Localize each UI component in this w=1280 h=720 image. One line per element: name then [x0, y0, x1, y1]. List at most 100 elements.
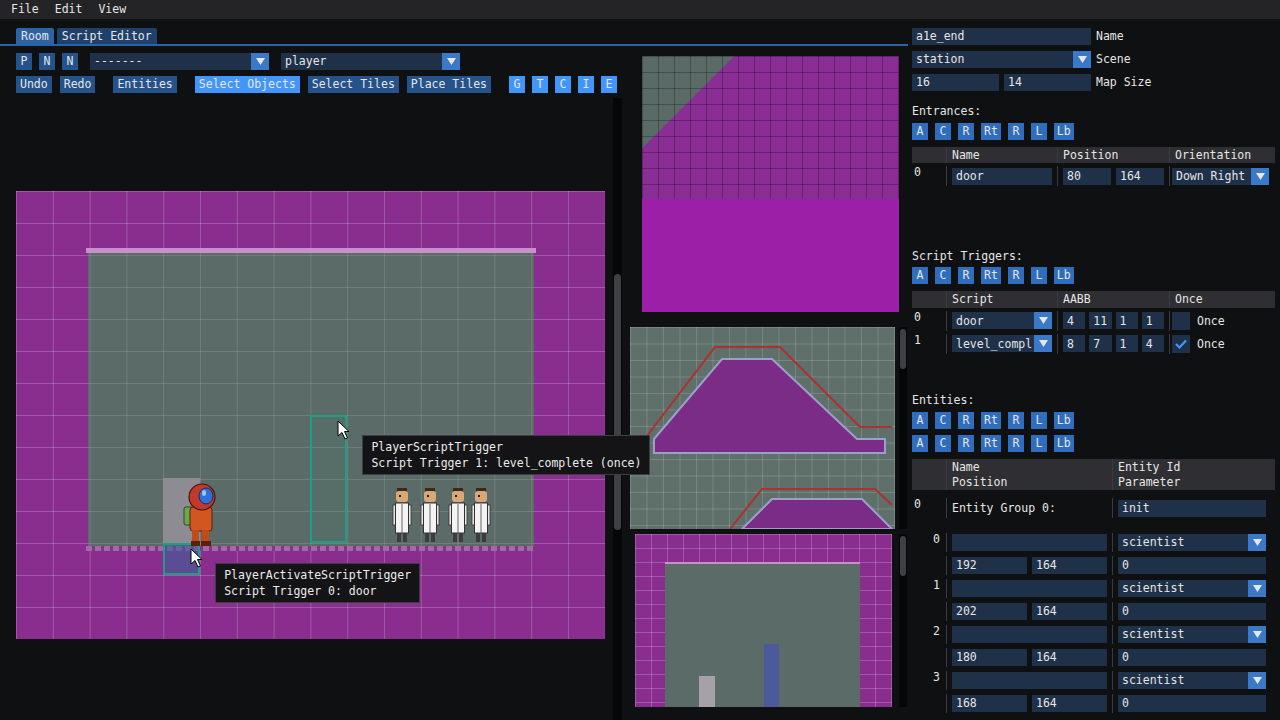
- scrollbar[interactable]: [899, 534, 907, 707]
- list-button[interactable]: L: [1031, 412, 1047, 429]
- aabb-input[interactable]: 7: [1089, 335, 1111, 352]
- entity-id-dropdown[interactable]: scientist: [1118, 626, 1266, 643]
- aabb-input[interactable]: 11: [1089, 312, 1111, 329]
- list-button[interactable]: C: [935, 435, 951, 452]
- aabb-input[interactable]: 8: [1063, 335, 1085, 352]
- entity-name-input[interactable]: [952, 580, 1107, 597]
- position-x-input[interactable]: 80: [1063, 168, 1111, 185]
- script-trigger-box[interactable]: [310, 415, 347, 543]
- parameter-input[interactable]: 0: [1118, 695, 1266, 712]
- entity-id-dropdown[interactable]: scientist: [1118, 534, 1266, 551]
- list-button[interactable]: R: [1008, 267, 1024, 284]
- tileset-image[interactable]: [642, 56, 899, 312]
- scientist-sprite[interactable]: [448, 487, 468, 543]
- list-button[interactable]: L: [1031, 435, 1047, 452]
- position-x-input[interactable]: 192: [952, 557, 1027, 574]
- tool-button[interactable]: Entities: [113, 76, 176, 93]
- toolbar-dropdown[interactable]: -------: [90, 53, 269, 70]
- scene-dropdown[interactable]: station: [912, 51, 1091, 68]
- toolbar-dropdown[interactable]: player: [281, 53, 460, 70]
- scientist-sprite[interactable]: [392, 487, 412, 543]
- script-dropdown[interactable]: door: [952, 312, 1052, 329]
- position-y-input[interactable]: 164: [1032, 649, 1107, 666]
- list-button[interactable]: Lb: [1054, 412, 1074, 429]
- parameter-input[interactable]: 0: [1118, 603, 1266, 620]
- aabb-input[interactable]: 4: [1142, 335, 1164, 352]
- entity-id-dropdown[interactable]: scientist: [1118, 672, 1266, 689]
- quick-button[interactable]: P: [16, 53, 32, 70]
- tool-button[interactable]: C: [555, 76, 571, 93]
- orientation-dropdown[interactable]: Down Right: [1172, 168, 1269, 185]
- parameter-input[interactable]: 0: [1118, 649, 1266, 666]
- list-button[interactable]: Rt: [981, 267, 1001, 284]
- tile-preview[interactable]: [630, 327, 895, 529]
- aabb-input[interactable]: 1: [1142, 312, 1164, 329]
- list-button[interactable]: A: [912, 412, 928, 429]
- parameter-input[interactable]: 0: [1118, 557, 1266, 574]
- aabb-input[interactable]: 1: [1116, 312, 1138, 329]
- quick-button[interactable]: N: [39, 53, 55, 70]
- scientist-sprite[interactable]: [420, 487, 440, 543]
- map-size-input[interactable]: 16: [912, 74, 999, 91]
- list-button[interactable]: A: [912, 123, 928, 140]
- position-y-input[interactable]: 164: [1032, 557, 1107, 574]
- list-button[interactable]: R: [958, 123, 974, 140]
- list-button[interactable]: R: [1008, 412, 1024, 429]
- position-x-input[interactable]: 180: [952, 649, 1027, 666]
- player-sprite[interactable]: [182, 483, 218, 547]
- tool-button[interactable]: Redo: [60, 76, 96, 93]
- tool-button[interactable]: E: [601, 76, 617, 93]
- menu-item[interactable]: File: [3, 3, 47, 16]
- tool-button[interactable]: T: [532, 76, 548, 93]
- menu-item[interactable]: View: [90, 3, 134, 16]
- name-input[interactable]: a1e_end: [912, 28, 1091, 45]
- tab[interactable]: Script Editor: [57, 28, 157, 44]
- quick-button[interactable]: N: [62, 53, 78, 70]
- entity-id-dropdown[interactable]: scientist: [1118, 580, 1266, 597]
- position-y-input[interactable]: 164: [1032, 695, 1107, 712]
- tool-button[interactable]: Undo: [16, 76, 52, 93]
- list-button[interactable]: R: [958, 267, 974, 284]
- list-button[interactable]: L: [1031, 123, 1047, 140]
- list-button[interactable]: L: [1031, 267, 1047, 284]
- list-button[interactable]: Rt: [981, 412, 1001, 429]
- room-canvas[interactable]: PlayerActivateScriptTriggerScript Trigge…: [16, 191, 605, 639]
- aabb-input[interactable]: 4: [1063, 312, 1085, 329]
- tool-button[interactable]: Select Tiles: [308, 76, 399, 93]
- scrollbar[interactable]: [899, 327, 907, 529]
- position-y-input[interactable]: 164: [1032, 603, 1107, 620]
- list-button[interactable]: C: [935, 412, 951, 429]
- list-button[interactable]: Rt: [981, 435, 1001, 452]
- map-size-input[interactable]: 14: [1004, 74, 1091, 91]
- position-x-input[interactable]: 168: [952, 695, 1027, 712]
- list-button[interactable]: R: [1008, 123, 1024, 140]
- tool-button[interactable]: I: [578, 76, 594, 93]
- tab[interactable]: Room: [16, 28, 54, 44]
- tool-button[interactable]: G: [509, 76, 525, 93]
- entrance-name-input[interactable]: door: [952, 168, 1052, 185]
- list-button[interactable]: A: [912, 267, 928, 284]
- list-button[interactable]: Lb: [1054, 435, 1074, 452]
- tool-button[interactable]: Place Tiles: [407, 76, 491, 93]
- room-preview[interactable]: [635, 534, 892, 707]
- entity-name-input[interactable]: [952, 534, 1107, 551]
- scientist-sprite[interactable]: [471, 487, 491, 543]
- list-button[interactable]: R: [958, 435, 974, 452]
- position-x-input[interactable]: 202: [952, 603, 1027, 620]
- once-checkbox[interactable]: [1172, 312, 1190, 330]
- list-button[interactable]: R: [1008, 435, 1024, 452]
- entity-name-input[interactable]: [952, 672, 1107, 689]
- list-button[interactable]: A: [912, 435, 928, 452]
- entity-name-input[interactable]: [952, 626, 1107, 643]
- aabb-input[interactable]: 1: [1116, 335, 1138, 352]
- list-button[interactable]: C: [935, 123, 951, 140]
- scrollbar-thumb[interactable]: [614, 274, 621, 530]
- once-checkbox[interactable]: [1172, 335, 1190, 353]
- list-button[interactable]: R: [958, 412, 974, 429]
- list-button[interactable]: C: [935, 267, 951, 284]
- list-button[interactable]: Lb: [1054, 267, 1074, 284]
- tool-button[interactable]: Select Objects: [195, 76, 300, 93]
- menu-item[interactable]: Edit: [47, 3, 91, 16]
- position-y-input[interactable]: 164: [1116, 168, 1164, 185]
- list-button[interactable]: Lb: [1054, 123, 1074, 140]
